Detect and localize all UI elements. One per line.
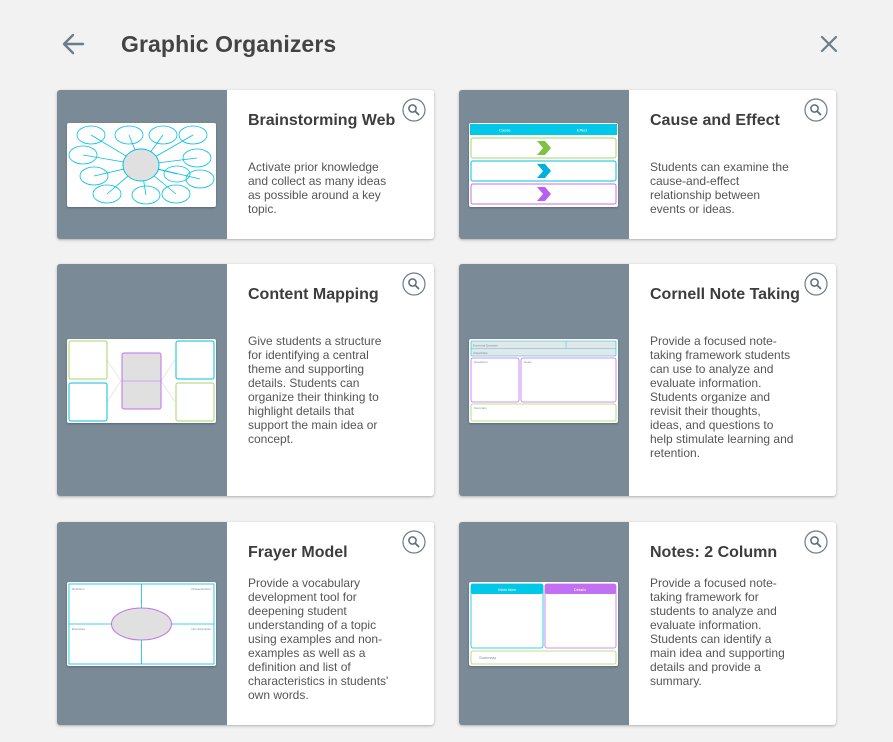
card-thumbnail: Essential Question Class/Date Questions … <box>459 264 629 496</box>
cornell-preview: Essential Question Class/Date Questions … <box>469 339 618 423</box>
effect-head: Effect <box>577 128 588 133</box>
card-notes-2-column[interactable]: Main Idea Details Summary Notes: 2 Colum… <box>459 522 836 725</box>
card-title: Cause and Effect <box>650 112 780 129</box>
card-frayer-model[interactable]: Definition Characteristics Examples Non-… <box>57 522 434 725</box>
card-description: Give students a structure for identifyin… <box>248 334 382 446</box>
card-title: Frayer Model <box>248 544 348 561</box>
brainstorming-web-preview <box>67 123 216 207</box>
cornell-essential-q: Essential Question <box>473 344 498 348</box>
cornell-summary: Summary <box>474 406 487 410</box>
card-thumbnail: Main Idea Details Summary <box>459 522 629 725</box>
card-cornell-note-taking[interactable]: Essential Question Class/Date Questions … <box>459 264 836 496</box>
card-title: Notes: 2 Column <box>650 544 778 561</box>
zoom-icon[interactable] <box>402 98 426 122</box>
frayer-characteristics: Characteristics <box>191 587 211 591</box>
main-idea-head: Main Idea <box>498 587 516 592</box>
cornell-notes: Notes <box>524 360 532 364</box>
two-column-preview: Main Idea Details Summary <box>469 582 618 666</box>
cause-head: Cause <box>499 128 511 133</box>
card-title: Cornell Note Taking <box>650 286 800 303</box>
zoom-icon[interactable] <box>402 530 426 554</box>
page-title: Graphic Organizers <box>121 31 337 57</box>
cornell-questions: Questions <box>474 360 488 364</box>
frayer-examples: Examples <box>72 627 86 631</box>
cause-effect-preview: Cause Effect <box>469 123 618 207</box>
card-thumbnail <box>57 264 227 496</box>
card-description: Activate prior knowledge and collect as … <box>248 160 387 216</box>
cornell-class-date: Class/Date <box>473 351 488 355</box>
details-head: Details <box>574 587 586 592</box>
zoom-icon[interactable] <box>804 530 828 554</box>
frayer-non-examples: Non-Examples <box>191 627 211 631</box>
summary-label: Summary <box>479 655 496 660</box>
card-brainstorming-web[interactable]: Brainstorming Web Activate prior knowled… <box>57 90 434 239</box>
card-title: Content Mapping <box>248 286 379 303</box>
close-icon[interactable] <box>816 31 842 57</box>
card-thumbnail: Cause Effect <box>459 90 629 239</box>
frayer-definition: Definition <box>72 587 85 591</box>
card-description: Students can examine the cause-and-effec… <box>650 160 789 216</box>
header: Graphic Organizers <box>0 0 893 90</box>
zoom-icon[interactable] <box>402 272 426 296</box>
card-description: Provide a vocabulary development tool fo… <box>248 576 389 702</box>
card-cause-and-effect[interactable]: Cause Effect Cause and Effect Students c… <box>459 90 836 239</box>
card-thumbnail <box>57 90 227 239</box>
card-thumbnail: Definition Characteristics Examples Non-… <box>57 522 227 725</box>
arrow-left-icon[interactable] <box>60 30 88 58</box>
card-title: Brainstorming Web <box>248 112 396 129</box>
zoom-icon[interactable] <box>804 98 828 122</box>
content-mapping-preview <box>67 339 216 423</box>
card-description: Provide a focused note-taking framework … <box>650 576 785 688</box>
card-content-mapping[interactable]: Content Mapping Give students a structur… <box>57 264 434 496</box>
frayer-preview: Definition Characteristics Examples Non-… <box>67 582 216 666</box>
card-description: Provide a focused note-taking framework … <box>650 334 794 460</box>
zoom-icon[interactable] <box>804 272 828 296</box>
